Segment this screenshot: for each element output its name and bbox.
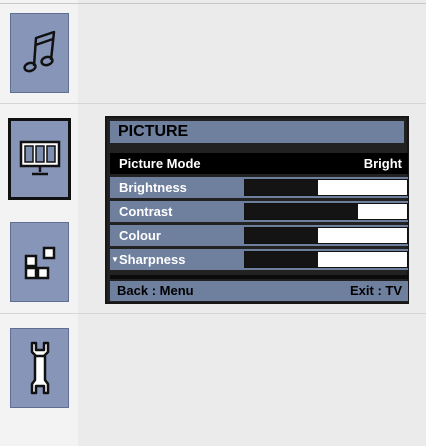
menu-item-picture-mode[interactable]: Picture Mode Bright — [110, 153, 408, 174]
menu-footer: Back : Menu Exit : TV — [110, 281, 408, 301]
menu-item-label: Sharpness — [119, 252, 186, 267]
back-menu-hint: Back : Menu — [117, 283, 194, 298]
contrast-slider[interactable] — [244, 203, 408, 220]
row-divider — [0, 103, 426, 104]
exit-tv-hint: Exit : TV — [349, 283, 402, 298]
sharpness-slider[interactable] — [244, 251, 408, 268]
picture-menu: PICTURE Picture Mode Bright Brightness C… — [105, 116, 409, 304]
menu-item-label: Picture Mode — [119, 156, 201, 171]
wrench-icon — [30, 341, 49, 395]
sidebar-item-tools[interactable] — [10, 328, 69, 408]
menu-item-label: Brightness — [119, 180, 187, 195]
menu-item-brightness[interactable]: Brightness — [110, 177, 408, 198]
setup-icon — [24, 246, 55, 280]
menu-item-label: Contrast — [119, 204, 173, 219]
picture-icon — [19, 140, 60, 176]
menu-item-contrast[interactable]: Contrast — [110, 201, 408, 222]
slider-fill — [245, 228, 318, 243]
menu-separator — [110, 275, 408, 279]
music-icon — [22, 30, 55, 73]
slider-fill — [245, 252, 318, 267]
menu-item-label: Colour — [119, 228, 161, 243]
sidebar-item-sound[interactable] — [10, 13, 69, 93]
scroll-down-icon: ▼ — [111, 255, 119, 264]
colour-slider[interactable] — [244, 227, 408, 244]
menu-title: PICTURE — [110, 121, 404, 143]
brightness-slider[interactable] — [244, 179, 408, 196]
menu-item-sharpness[interactable]: ▼ Sharpness — [110, 249, 408, 270]
sidebar-item-picture[interactable] — [8, 118, 71, 200]
slider-fill — [245, 180, 318, 195]
menu-item-colour[interactable]: Colour — [110, 225, 408, 246]
slider-fill — [245, 204, 359, 219]
picture-mode-value: Bright — [363, 156, 402, 171]
top-divider — [0, 3, 426, 4]
row-divider — [0, 313, 426, 314]
sidebar-item-setup[interactable] — [10, 222, 69, 302]
